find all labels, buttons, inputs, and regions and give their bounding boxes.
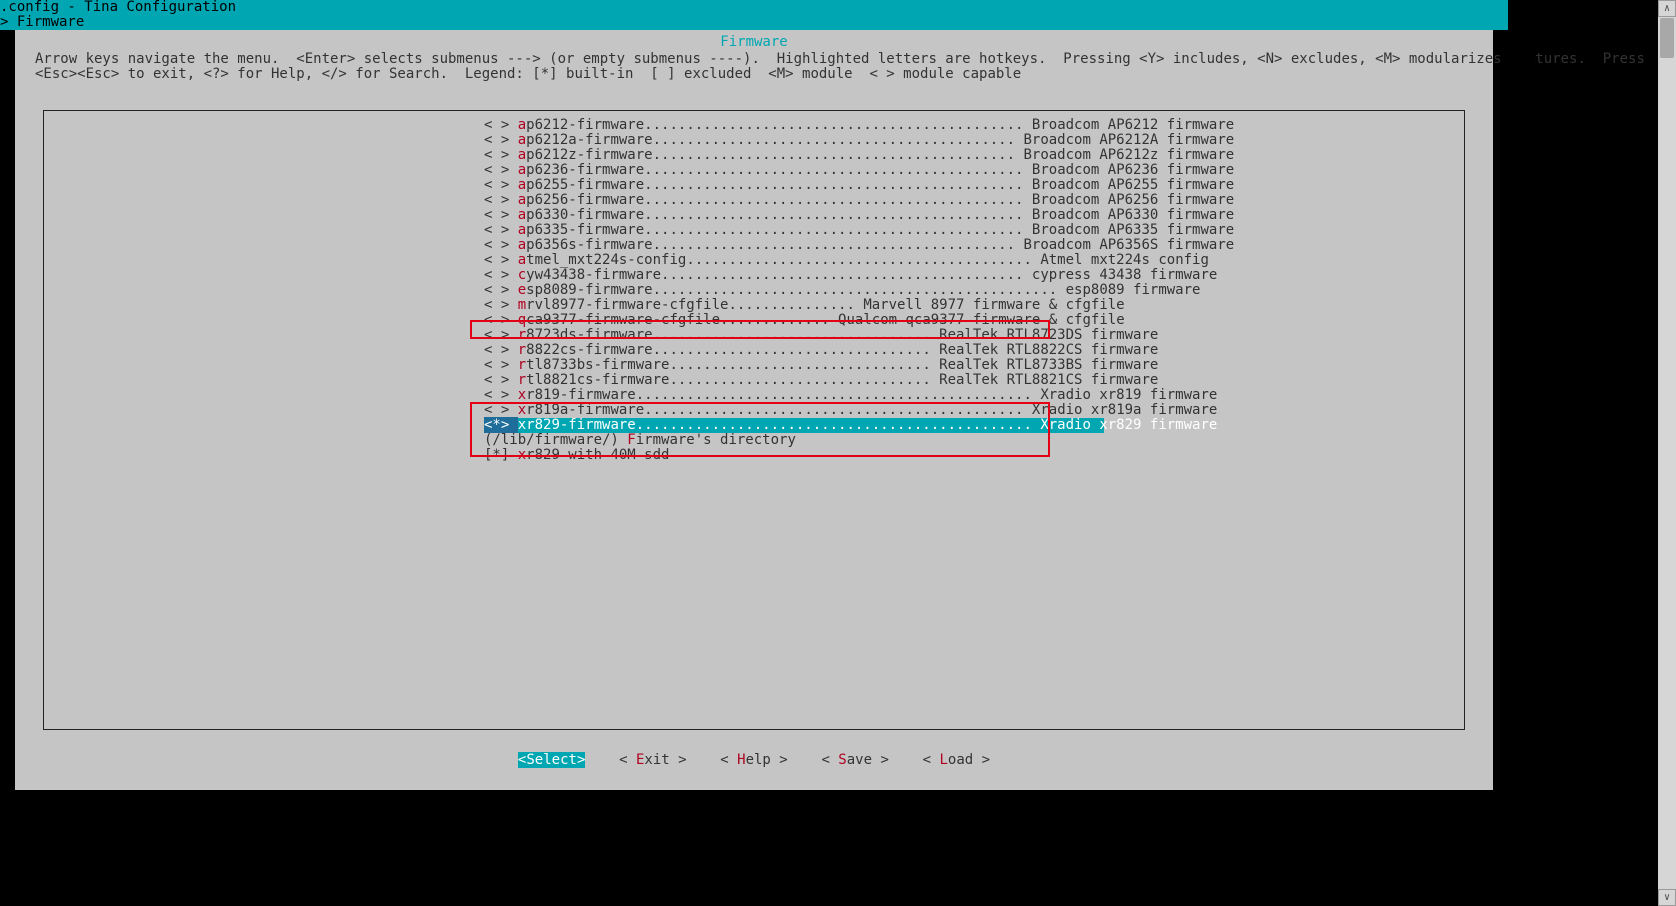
option-xr819-firmware[interactable]: < > xr819-firmware......................…	[484, 388, 1104, 403]
window-shadow-right	[1508, 34, 1534, 805]
option-esp8089-firmware[interactable]: < > esp8089-firmware....................…	[484, 283, 1104, 298]
page-title: Firmware	[15, 35, 1493, 50]
terminal-screen: .config - Tina Configuration > Firmware …	[0, 0, 1676, 906]
option-r8822cs-firmware[interactable]: < > r8822cs-firmware....................…	[484, 343, 1104, 358]
option-ap6335-firmware[interactable]: < > ap6335-firmware.....................…	[484, 223, 1104, 238]
button-exit[interactable]: < Exit >	[619, 752, 686, 768]
breadcrumb: > Firmware	[0, 15, 1508, 30]
option-ap6356s-firmware[interactable]: < > ap6356s-firmware....................…	[484, 238, 1104, 253]
option-cyw43438-firmware[interactable]: < > cyw43438-firmware...................…	[484, 268, 1104, 283]
dialog-body: Firmware Arrow keys navigate the menu. <…	[15, 30, 1493, 790]
help-line2: <Esc><Esc> to exit, <?> for Help, </> fo…	[35, 66, 1021, 82]
option-r8723ds-firmware[interactable]: < > r8723ds-firmware....................…	[484, 328, 1104, 343]
option-extra[interactable]: (/lib/firmware/) Firmware's directory	[484, 433, 1104, 448]
button-help[interactable]: < Help >	[720, 752, 787, 768]
scroll-up-button[interactable]: ∧	[1658, 0, 1676, 17]
option-extra[interactable]: [*] xr829 with 40M sdd	[484, 448, 1104, 463]
option-ap6236-firmware[interactable]: < > ap6236-firmware.....................…	[484, 163, 1104, 178]
option-ap6255-firmware[interactable]: < > ap6255-firmware.....................…	[484, 178, 1104, 193]
button-load[interactable]: < Load >	[923, 752, 990, 768]
option-qca9377-firmware-cfgfile[interactable]: < > qca9377-firmware-cfgfile............…	[484, 313, 1104, 328]
options-list[interactable]: < > ap6212-firmware.....................…	[484, 118, 1104, 463]
option-mrvl8977-firmware-cfgfile[interactable]: < > mrvl8977-firmware-cfgfile...........…	[484, 298, 1104, 313]
scroll-down-button[interactable]: ∨	[1658, 889, 1676, 906]
button-select[interactable]: <Select>	[518, 752, 585, 768]
title-text: .config - Tina Configuration	[0, 0, 236, 15]
window-shadow-bottom	[17, 790, 1534, 805]
option-xr819a-firmware[interactable]: < > xr819a-firmware.....................…	[484, 403, 1104, 418]
option-ap6330-firmware[interactable]: < > ap6330-firmware.....................…	[484, 208, 1104, 223]
option-xr829-firmware[interactable]: <*> xr829-firmware......................…	[484, 418, 1104, 433]
help-text: Arrow keys navigate the menu. <Enter> se…	[35, 52, 1475, 82]
option-ap6212a-firmware[interactable]: < > ap6212a-firmware....................…	[484, 133, 1104, 148]
option-ap6212z-firmware[interactable]: < > ap6212z-firmware....................…	[484, 148, 1104, 163]
menuconfig-window: .config - Tina Configuration > Firmware …	[0, 0, 1508, 805]
button-bar: <Select> < Exit > < Help > < Save > < Lo…	[15, 753, 1493, 768]
option-ap6212-firmware[interactable]: < > ap6212-firmware.....................…	[484, 118, 1104, 133]
option-rtl8821cs-firmware[interactable]: < > rtl8821cs-firmware..................…	[484, 373, 1104, 388]
option-ap6256-firmware[interactable]: < > ap6256-firmware.....................…	[484, 193, 1104, 208]
scrollbar-vertical[interactable]: ∧ ∨	[1658, 0, 1676, 906]
help-line1: Arrow keys navigate the menu. <Enter> se…	[35, 51, 1645, 67]
title-bar: .config - Tina Configuration	[0, 0, 1508, 15]
options-box: < > ap6212-firmware.....................…	[43, 110, 1465, 730]
button-save[interactable]: < Save >	[821, 752, 888, 768]
breadcrumb-text: > Firmware	[0, 14, 84, 30]
option-rtl8733bs-firmware[interactable]: < > rtl8733bs-firmware..................…	[484, 358, 1104, 373]
scroll-thumb[interactable]	[1660, 18, 1674, 58]
option-atmel_mxt224s-config[interactable]: < > atmel_mxt224s-config................…	[484, 253, 1104, 268]
